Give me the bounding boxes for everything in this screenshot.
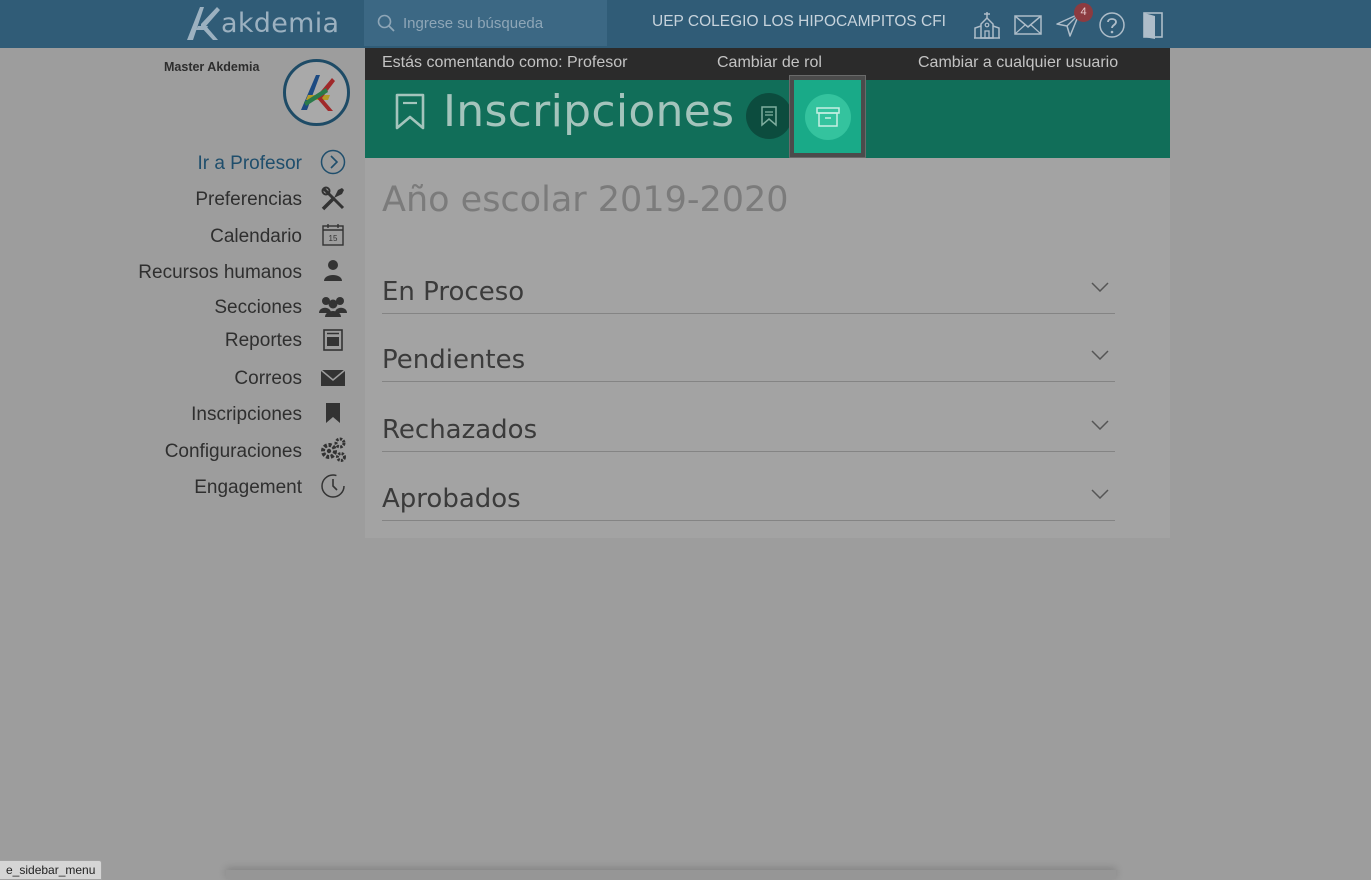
gears-icon: [319, 436, 347, 464]
sidebar-item-label: Engagement: [194, 477, 302, 498]
top-navbar: akdemia UEP COLEGIO LOS HIPOCAMPITOS CFI: [0, 0, 1371, 48]
calendar-day: 15: [329, 234, 338, 243]
role-bar: Estás comentando como: Profesor Cambiar …: [365, 48, 1170, 80]
accordion-aprobados[interactable]: Aprobados: [382, 471, 1115, 521]
calendar-icon: 15: [319, 221, 347, 249]
tools-icon: [319, 185, 347, 213]
sidebar-item-correos[interactable]: Correos: [234, 364, 302, 394]
page-title: Inscripciones: [443, 86, 735, 137]
chevron-down-icon: [1091, 282, 1109, 292]
sidebar-item-secciones[interactable]: Secciones: [214, 293, 302, 323]
akdemia-avatar-logo-icon: [301, 75, 335, 111]
chevron-down-icon: [1091, 350, 1109, 360]
sidebar-item-label: Ir a Profesor: [197, 153, 302, 174]
sidebar-item-engagement[interactable]: Engagement: [194, 473, 302, 503]
user-name: Master Akdemia: [164, 60, 260, 74]
sidebar-item-label: Correos: [234, 368, 302, 389]
sidebar-item-label: Preferencias: [195, 189, 302, 210]
brand-name: akdemia: [221, 7, 340, 39]
page-header: Inscripciones: [365, 76, 1170, 158]
sidebar-item-label: Reportes: [224, 330, 302, 351]
envelope-icon: [319, 364, 347, 392]
mail-icon[interactable]: [1014, 10, 1042, 40]
sidebar-item-calendario[interactable]: Calendario: [210, 222, 302, 252]
school-building-icon[interactable]: [973, 10, 1001, 40]
bookmark-icon: [319, 399, 347, 427]
chevron-down-icon: [1091, 489, 1109, 499]
sidebar-item-label: Inscripciones: [191, 404, 302, 425]
inscriptions-view-button[interactable]: [746, 93, 792, 139]
bookmark-outline-icon: [395, 93, 425, 130]
brand-logo[interactable]: akdemia: [184, 3, 339, 43]
avatar[interactable]: [283, 59, 350, 126]
bookmark-list-icon: [761, 106, 777, 127]
search-input[interactable]: [403, 14, 603, 32]
accordion-label: Pendientes: [382, 345, 526, 375]
sidebar-item-reportes[interactable]: Reportes: [225, 326, 302, 356]
school-year-title: Año escolar 2019-2020: [382, 180, 789, 220]
sidebar-item-inscripciones[interactable]: Inscripciones: [191, 400, 302, 430]
sidebar-item-recursos-humanos[interactable]: Recursos humanos: [138, 258, 302, 288]
person-icon: [319, 257, 347, 285]
timer-icon: [319, 472, 347, 500]
chevron-down-icon: [1091, 420, 1109, 430]
sidebar-item-ir-a-profesor[interactable]: Ir a Profesor: [197, 149, 302, 179]
main-content: Año escolar 2019-2020 En Proceso Pendien…: [365, 158, 1170, 538]
notification-badge: 4: [1074, 3, 1093, 22]
sidebar-item-configuraciones[interactable]: Configuraciones: [165, 437, 302, 467]
accordion-en-proceso[interactable]: En Proceso: [382, 264, 1115, 314]
school-name[interactable]: UEP COLEGIO LOS HIPOCAMPITOS CFI: [652, 13, 946, 31]
logout-door-icon[interactable]: [1141, 10, 1165, 40]
group-icon: [319, 292, 347, 320]
status-tooltip: e_sidebar_menu: [0, 860, 103, 880]
search-icon: [377, 14, 395, 32]
accordion-rechazados[interactable]: Rechazados: [382, 402, 1115, 452]
change-user-link[interactable]: Cambiar a cualquier usuario: [918, 54, 1118, 72]
help-icon[interactable]: [1098, 10, 1126, 40]
akdemia-logo-icon: [187, 7, 220, 40]
bottom-panel-edge: [226, 870, 1116, 879]
change-role-link[interactable]: Cambiar de rol: [717, 54, 822, 72]
report-icon: [319, 326, 347, 354]
archive-button-circle: [804, 93, 851, 140]
arrow-circle-right-icon[interactable]: [319, 148, 347, 176]
sidebar-item-label: Recursos humanos: [138, 262, 302, 283]
accordion-label: En Proceso: [382, 277, 525, 307]
archive-button[interactable]: [790, 76, 865, 157]
sidebar-item-preferencias[interactable]: Preferencias: [195, 185, 302, 215]
accordion-pendientes[interactable]: Pendientes: [382, 332, 1115, 382]
archive-box-icon: [815, 106, 840, 127]
sidebar-item-label: Secciones: [214, 297, 302, 318]
commenting-as-text: Estás comentando como: Profesor: [382, 54, 628, 71]
accordion-label: Rechazados: [382, 415, 538, 445]
search-box[interactable]: [364, 0, 607, 46]
sidebar-item-label: Calendario: [210, 226, 302, 247]
sidebar-item-label: Configuraciones: [164, 441, 302, 462]
accordion-label: Aprobados: [382, 484, 521, 514]
